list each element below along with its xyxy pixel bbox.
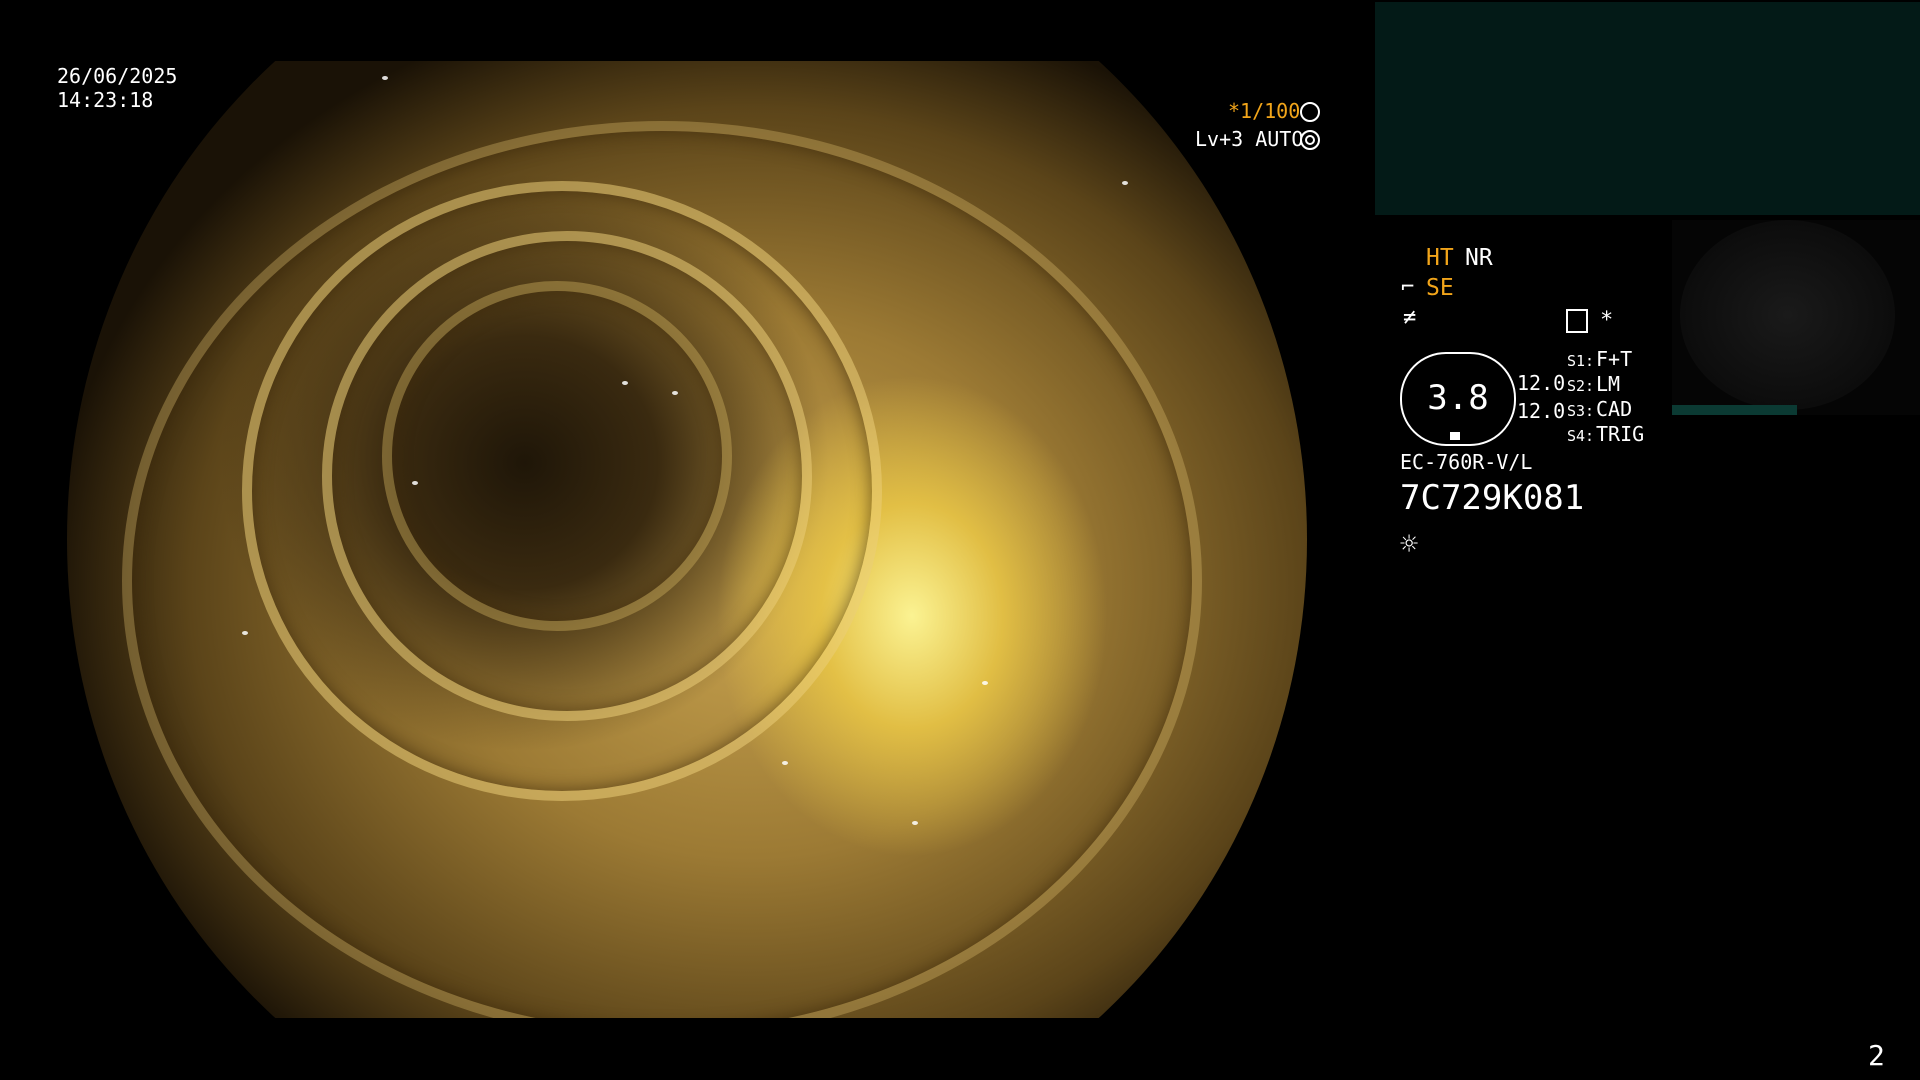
structure-icon: ⌐ <box>1401 275 1415 300</box>
s2-key: S2: <box>1567 377 1595 395</box>
dial-marker <box>1450 432 1460 440</box>
s4-value: TRIG <box>1596 422 1645 446</box>
s1-value: F+T <box>1596 347 1633 371</box>
s3-key: S3: <box>1567 402 1595 420</box>
page-number: 2 <box>1868 1039 1885 1072</box>
secondary-display-panel <box>1375 2 1920 215</box>
nr-label: NR <box>1465 245 1493 271</box>
zoom-dial: 3.8 <box>1400 352 1516 446</box>
s1-key: S1: <box>1567 352 1595 370</box>
asterisk-icon: * <box>1600 308 1614 333</box>
brightness-icon: ☼ <box>1400 527 1419 562</box>
endoscope-image <box>67 61 1307 1018</box>
shutter-text: *1/100 <box>1228 99 1301 123</box>
s3-value: CAD <box>1596 397 1633 421</box>
s4-key: S4: <box>1567 427 1595 445</box>
scope-model: EC-760R-V/L <box>1400 450 1533 474</box>
s2-value: LM <box>1596 372 1621 396</box>
date-text: 26/06/2025 <box>57 64 178 88</box>
dial-side-top: 12.0 <box>1517 371 1566 395</box>
thumbnail-preview <box>1672 220 1920 415</box>
time-text: 14:23:18 <box>57 88 154 112</box>
ht-label: HT <box>1426 245 1454 271</box>
filter-icon: ≠ <box>1403 305 1417 330</box>
se-label: SE <box>1426 275 1454 301</box>
dial-side-bottom: 12.0 <box>1517 399 1566 423</box>
iris-icon <box>1300 130 1320 150</box>
level-text: Lv+3 AUTO <box>1195 127 1304 151</box>
serial-number: 7C729K081 <box>1400 478 1585 518</box>
dial-value: 3.8 <box>1427 378 1489 418</box>
record-icon <box>1566 309 1588 333</box>
aperture-icon <box>1300 102 1320 122</box>
